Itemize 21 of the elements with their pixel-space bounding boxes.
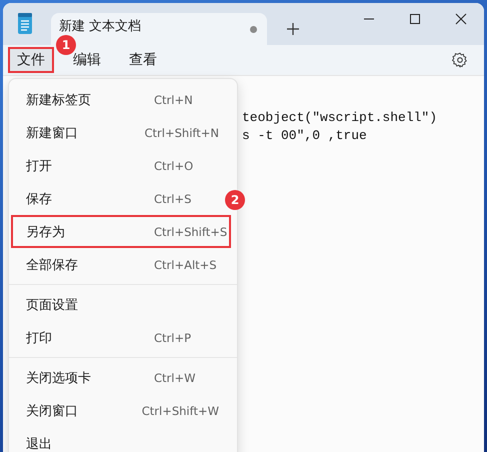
maximize-icon (409, 13, 421, 25)
menu-option[interactable]: 全部保存 Ctrl+Alt+S (11, 248, 221, 281)
menu-option[interactable]: 页面设置 (11, 288, 221, 321)
code-line: s -t 00",0 ,true (242, 127, 368, 145)
menu-option[interactable]: 打印 Ctrl+P (11, 321, 221, 354)
menu-item[interactable]: 文件 (8, 47, 54, 73)
notepad-icon (17, 13, 33, 35)
menu-option[interactable]: 保存 Ctrl+S (11, 182, 221, 215)
menu-option[interactable]: 新建标签页 Ctrl+N (11, 83, 221, 116)
tab-title: 新建 文本文档 (59, 18, 142, 35)
menu-option[interactable]: 关闭选项卡 Ctrl+W (11, 361, 221, 394)
new-tab-icon[interactable] (285, 21, 301, 37)
code-line: teobject("wscript.shell") (242, 109, 438, 127)
menu-option[interactable]: 另存为 Ctrl+Shift+S (11, 215, 231, 248)
menu-option[interactable]: 打开 Ctrl+O (11, 149, 221, 182)
menu-option[interactable]: 退出 (11, 427, 221, 452)
menu-option[interactable]: 关闭窗口 Ctrl+Shift+W (11, 394, 221, 427)
close-icon (455, 13, 467, 25)
menu-item[interactable]: 查看 (120, 47, 166, 73)
menu-option[interactable]: 新建窗口 Ctrl+Shift+N (11, 116, 221, 149)
settings-icon[interactable] (452, 52, 468, 68)
